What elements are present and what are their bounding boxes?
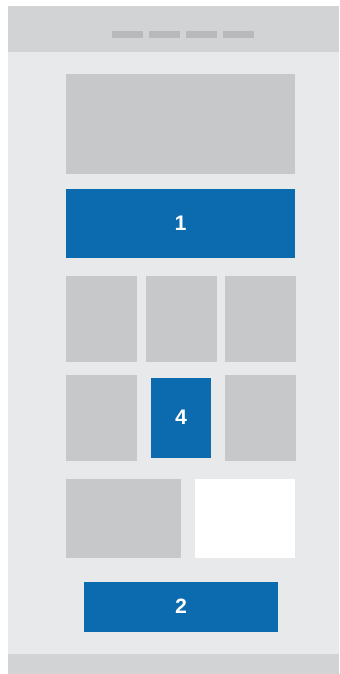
nav-placeholder-1 — [112, 31, 143, 38]
callout-4-label: 4 — [175, 406, 187, 429]
callout-1: 1 — [66, 189, 295, 258]
callout-2-label: 2 — [175, 595, 187, 618]
footer-bar — [8, 654, 339, 674]
grid-placeholder-1 — [66, 276, 137, 362]
hero-placeholder — [66, 74, 295, 174]
callout-4: 4 — [151, 378, 211, 458]
grid-placeholder-6 — [225, 375, 296, 461]
wide-placeholder — [66, 479, 181, 558]
callout-1-label: 1 — [174, 211, 187, 235]
grid-placeholder-4 — [66, 375, 137, 461]
nav-placeholder-4 — [223, 31, 254, 38]
callout-2: 2 — [84, 582, 278, 632]
grid-placeholder-3 — [225, 276, 296, 362]
nav-placeholder-2 — [149, 31, 180, 38]
white-placeholder — [195, 479, 295, 558]
header-bar — [8, 6, 339, 52]
nav-placeholder-3 — [186, 31, 217, 38]
grid-placeholder-2 — [146, 276, 217, 362]
page-wireframe: 1 4 2 — [8, 6, 339, 674]
